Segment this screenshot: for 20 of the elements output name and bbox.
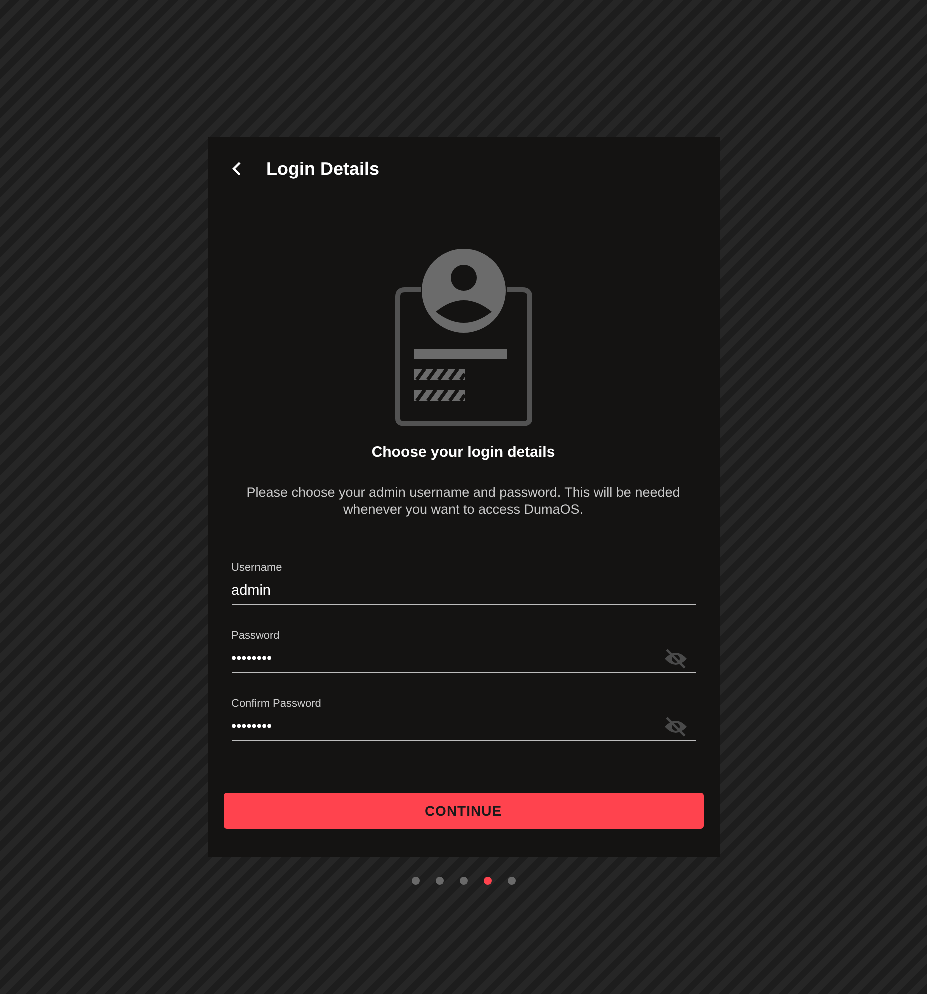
field-value[interactable]: •••••••• (232, 651, 664, 667)
page-title: Login Details (266, 158, 380, 180)
text-field[interactable]: Password •••••••• (232, 630, 696, 673)
step-dot[interactable] (484, 877, 492, 885)
text-field[interactable]: Confirm Password •••••••• (232, 698, 696, 741)
field-label: Username (232, 562, 284, 574)
step-dot[interactable] (508, 877, 516, 885)
field-value[interactable]: •••••••• (232, 719, 664, 735)
field-label: Password (232, 630, 281, 642)
field-value[interactable]: admin (232, 583, 696, 599)
text-field[interactable]: Username admin (232, 562, 696, 605)
eye-slash-icon[interactable] (664, 649, 688, 669)
step-dot[interactable] (412, 877, 420, 885)
continue-button[interactable]: CONTINUE (224, 793, 704, 829)
field-label: Confirm Password (232, 698, 322, 710)
step-dot[interactable] (460, 877, 468, 885)
eye-slash-icon[interactable] (664, 717, 688, 737)
section-heading: Choose your login details (372, 444, 556, 461)
step-dot[interactable] (436, 877, 444, 885)
description-text: Please choose your admin username and password. This will be needed whenever you want to access DumaOS. (246, 484, 682, 518)
